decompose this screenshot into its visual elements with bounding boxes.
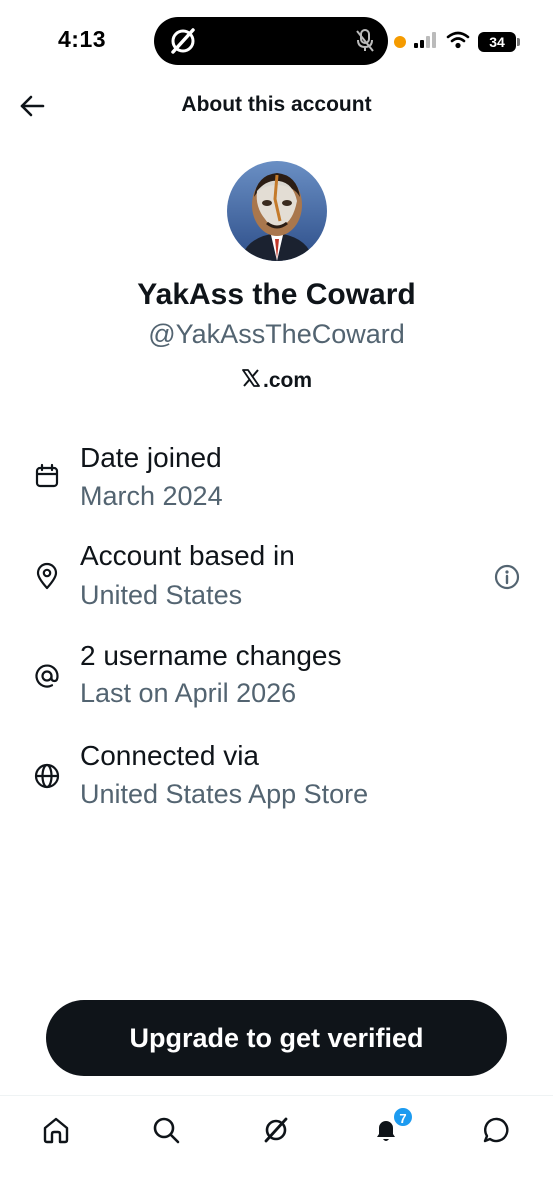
info-row-connected-via: Connected via United States App Store [0,740,553,820]
info-row-date-joined: Date joined March 2024 [0,440,553,520]
info-title: Connected via [80,740,260,771]
display-name: YakAss the Coward [137,278,416,311]
nav-grok[interactable] [256,1110,296,1150]
avatar [227,161,327,261]
page-title: About this account [181,93,372,116]
info-button[interactable] [493,563,521,591]
battery-icon: 34 [478,32,520,52]
signal-icon [414,31,438,53]
info-row-account-based-in: Account based in United States [0,540,553,620]
info-value: United States [80,580,243,610]
profile-handle: @YakAssTheCoward [148,319,405,349]
messages-icon [483,1117,509,1143]
x-logo-icon [168,26,198,61]
status-indicators: 34 [394,29,520,55]
mic-off-icon [356,29,374,58]
globe-icon [33,762,61,790]
dynamic-island [154,17,388,65]
nav-messages[interactable] [477,1110,517,1150]
bottom-nav: 7 [0,1095,553,1200]
info-title: 2 username changes [80,640,342,671]
info-icon [494,564,520,590]
info-title: Account based in [80,540,295,571]
grok-icon [264,1117,288,1143]
info-value: Last on April 2026 [80,678,297,708]
nav-home[interactable] [36,1110,76,1150]
search-icon [153,1117,180,1144]
upgrade-button[interactable]: Upgrade to get verified [46,1000,507,1076]
nav-search[interactable] [146,1110,186,1150]
info-value: March 2024 [80,481,223,511]
status-bar: 4:13 34 [0,0,553,82]
at-sign-icon [33,662,61,690]
info-title: Date joined [80,442,222,473]
site-domain: .com [262,368,312,392]
location-pin-icon [33,562,61,590]
calendar-icon [33,462,61,490]
x-logo-icon [241,368,261,393]
info-row-username-changes: 2 username changes Last on April 2026 [0,640,553,720]
notification-badge: 7 [392,1106,414,1128]
recording-indicator [394,36,406,48]
site-link[interactable]: .com [0,368,553,393]
info-value: United States App Store [80,779,369,809]
wifi-icon [446,31,470,54]
home-icon [43,1117,69,1144]
status-time: 4:13 [58,26,107,52]
